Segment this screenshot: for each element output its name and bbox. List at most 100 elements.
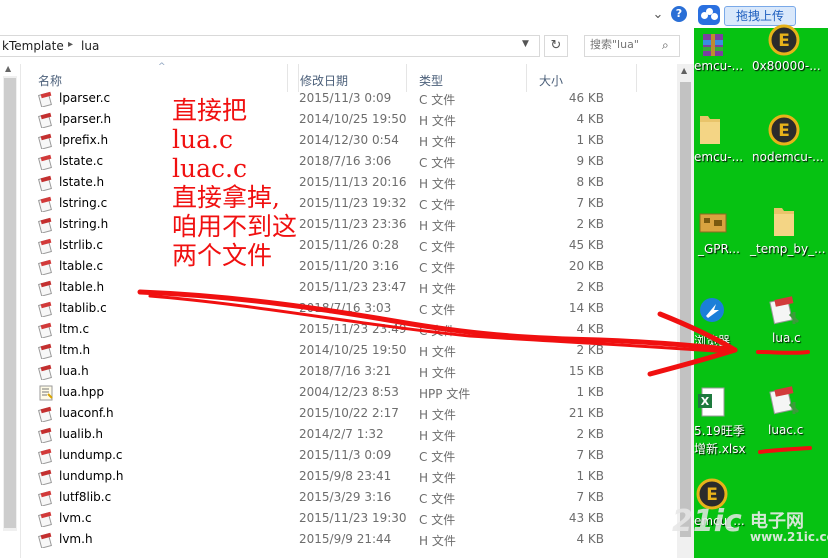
nav-scrollbar-thumb[interactable] xyxy=(4,78,16,528)
file-size: 1 KB xyxy=(576,385,604,399)
desktop-icon-label: 浏览器 xyxy=(694,334,731,348)
address-bar[interactable]: kTemplate ▸ lua ▼ xyxy=(0,35,540,57)
ultraedit-icon[interactable]: E xyxy=(768,114,800,146)
folder-icon[interactable] xyxy=(698,112,722,146)
help-icon[interactable]: ? xyxy=(671,6,687,22)
c-file-icon xyxy=(38,259,54,276)
file-row[interactable]: luaconf.h 2015/10/22 2:17 H 文件 21 KB xyxy=(22,403,677,424)
file-date: 2018/7/16 3:21 xyxy=(299,364,392,378)
file-row[interactable]: lua.hpp 2004/12/23 8:53 HPP 文件 1 KB xyxy=(22,382,677,403)
annotation-line: luac.c xyxy=(172,154,247,183)
h-file-icon xyxy=(38,469,54,486)
file-type: C 文件 xyxy=(419,198,456,212)
column-date-label: 修改日期 xyxy=(300,74,349,88)
file-row[interactable]: lutf8lib.c 2015/3/29 3:16 C 文件 7 KB xyxy=(22,487,677,508)
excel-file-icon[interactable]: X xyxy=(698,386,726,418)
ultraedit-icon[interactable]: E xyxy=(768,24,800,56)
browser-shortcut-icon[interactable] xyxy=(698,296,726,324)
h-file-icon xyxy=(38,532,54,549)
c-file-icon xyxy=(38,322,54,339)
folder-icon[interactable] xyxy=(772,204,796,238)
file-size: 9 KB xyxy=(576,154,604,168)
file-row[interactable]: ltable.h 2015/11/23 23:47 H 文件 2 KB xyxy=(22,277,677,298)
file-date: 2004/12/23 8:53 xyxy=(299,385,399,399)
c-file-icon[interactable] xyxy=(768,384,800,418)
file-type: C 文件 xyxy=(419,156,456,170)
file-date: 2015/11/23 23:36 xyxy=(299,217,407,231)
annotation-line: 直接把 xyxy=(172,96,248,125)
c-file-icon xyxy=(38,448,54,465)
h-file-icon xyxy=(38,364,54,381)
address-dropdown-icon[interactable]: ▼ xyxy=(522,39,529,49)
file-type: H 文件 xyxy=(419,429,456,443)
search-box[interactable]: ⌕ xyxy=(584,35,680,57)
file-row[interactable]: lvm.c 2015/11/23 19:30 C 文件 43 KB xyxy=(22,508,677,529)
file-name: lua.h xyxy=(59,364,89,378)
file-row[interactable]: lparser.h 2014/10/25 19:50 H 文件 4 KB xyxy=(22,109,677,130)
file-row[interactable]: lualib.h 2014/2/7 1:32 H 文件 2 KB xyxy=(22,424,677,445)
baidu-netdisk-icon[interactable] xyxy=(698,5,720,25)
drag-upload-button[interactable]: 拖拽上传 xyxy=(724,6,796,26)
file-row[interactable]: lprefix.h 2014/12/30 0:54 H 文件 1 KB xyxy=(22,130,677,151)
file-type: H 文件 xyxy=(419,408,456,422)
breadcrumb-separator-icon[interactable]: ▸ xyxy=(68,39,73,50)
desktop: 拖拽上传 emcu-... E 0x80000-... emcu-... E n… xyxy=(694,0,828,558)
refresh-button[interactable]: ↻ xyxy=(544,35,568,57)
circuit-board-icon[interactable] xyxy=(698,210,728,236)
file-row[interactable]: lstring.h 2015/11/23 23:36 H 文件 2 KB xyxy=(22,214,677,235)
file-type: C 文件 xyxy=(419,492,456,506)
file-date: 2015/11/23 23:47 xyxy=(299,280,407,294)
column-name-label: 名称 xyxy=(38,74,63,88)
file-name: lutf8lib.c xyxy=(59,490,112,504)
file-type: H 文件 xyxy=(419,471,456,485)
file-row[interactable]: ltm.h 2014/10/25 19:50 H 文件 2 KB xyxy=(22,340,677,361)
annotation-line: 两个文件 xyxy=(172,241,273,270)
file-size: 1 KB xyxy=(576,469,604,483)
file-row[interactable]: lua.h 2018/7/16 3:21 H 文件 15 KB xyxy=(22,361,677,382)
winrar-archive-icon[interactable] xyxy=(700,32,726,58)
file-row[interactable]: lundump.h 2015/9/8 23:41 H 文件 1 KB xyxy=(22,466,677,487)
file-date: 2015/11/3 0:09 xyxy=(299,448,392,462)
column-size-label: 大小 xyxy=(539,74,564,88)
c-file-icon[interactable] xyxy=(768,294,800,328)
red-annotation-note: 直接把 lua.c luac.c 直接拿掉, 咱用不到这 两个文件 xyxy=(172,96,297,270)
file-row[interactable]: lundump.c 2015/11/3 0:09 C 文件 7 KB xyxy=(22,445,677,466)
file-type: H 文件 xyxy=(419,177,456,191)
search-icon[interactable]: ⌕ xyxy=(662,38,669,53)
file-row[interactable]: ltablib.c 2018/7/16 3:03 C 文件 14 KB xyxy=(22,298,677,319)
file-name: lstring.c xyxy=(59,196,108,210)
file-row[interactable]: lstrlib.c 2015/11/26 0:28 C 文件 45 KB xyxy=(22,235,677,256)
file-row[interactable]: lstring.c 2015/11/23 19:32 C 文件 7 KB xyxy=(22,193,677,214)
file-name: ltm.h xyxy=(59,343,91,357)
file-size: 2 KB xyxy=(576,427,604,441)
file-name: lualib.h xyxy=(59,427,103,441)
file-row[interactable]: lstate.c 2018/7/16 3:06 C 文件 9 KB xyxy=(22,151,677,172)
file-size: 21 KB xyxy=(568,406,604,420)
file-name: lstate.c xyxy=(59,154,104,168)
breadcrumb-parent[interactable]: kTemplate xyxy=(2,39,64,53)
nav-scroll-up-icon[interactable]: ▲ xyxy=(5,64,11,73)
file-row[interactable]: lstate.h 2015/11/13 20:16 H 文件 8 KB xyxy=(22,172,677,193)
file-name: lundump.c xyxy=(59,448,123,462)
file-row[interactable]: ltm.c 2015/11/23 23:49 C 文件 4 KB xyxy=(22,319,677,340)
file-row[interactable]: ltable.c 2015/11/20 3:16 C 文件 20 KB xyxy=(22,256,677,277)
file-row[interactable]: lvm.h 2015/9/9 21:44 H 文件 4 KB xyxy=(22,529,677,550)
h-file-icon xyxy=(38,280,54,297)
file-size: 20 KB xyxy=(568,259,604,273)
scrollbar-thumb[interactable] xyxy=(680,82,691,537)
search-input[interactable] xyxy=(590,38,662,51)
file-row[interactable]: lparser.c 2015/11/3 0:09 C 文件 46 KB xyxy=(22,88,677,109)
scroll-up-icon[interactable]: ▲ xyxy=(681,66,687,75)
file-list-scrollbar[interactable]: ▲ xyxy=(677,64,694,558)
c-file-icon xyxy=(38,301,54,318)
hpp-file-icon xyxy=(38,385,54,401)
ribbon-expand-icon[interactable]: ⌄ xyxy=(648,6,668,24)
h-file-icon xyxy=(38,217,54,234)
file-size: 43 KB xyxy=(568,511,604,525)
desktop-icon-label: emcu-... xyxy=(694,150,744,164)
svg-text:E: E xyxy=(778,31,790,51)
breadcrumb-current[interactable]: lua xyxy=(81,39,99,53)
file-name: luaconf.h xyxy=(59,406,114,420)
file-date: 2014/10/25 19:50 xyxy=(299,112,407,126)
file-size: 2 KB xyxy=(576,217,604,231)
